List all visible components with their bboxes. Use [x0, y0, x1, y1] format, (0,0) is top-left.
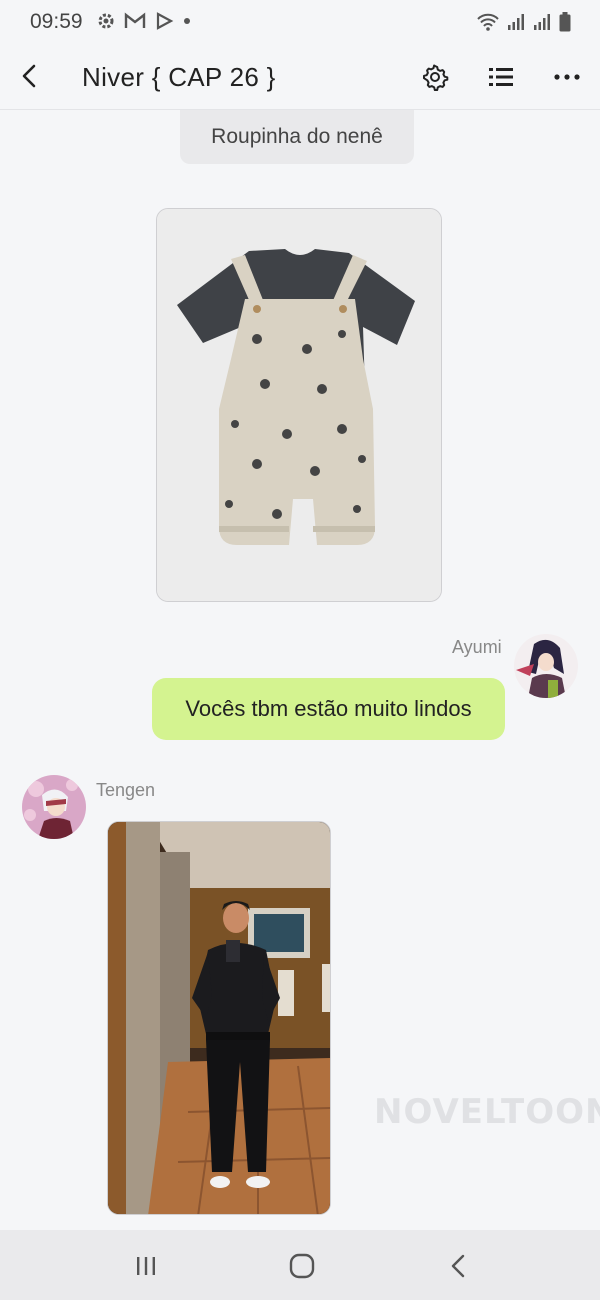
- avatar-image: [514, 634, 578, 698]
- message-bubble-outgoing[interactable]: Vocês tbm estão muito lindos: [152, 678, 505, 740]
- system-back-button[interactable]: [436, 1244, 480, 1288]
- chat-header: Niver { CAP 26 }: [0, 44, 600, 110]
- signal-icon: [534, 14, 550, 30]
- sender-name-ayumi: Ayumi: [452, 637, 502, 657]
- avatar-image: [22, 775, 86, 839]
- recent-apps-button[interactable]: [124, 1244, 168, 1288]
- status-time: 09:59: [30, 10, 83, 33]
- avatar-tengen[interactable]: [22, 775, 86, 839]
- status-bar: 09:59: [0, 0, 600, 44]
- battery-icon: [559, 12, 571, 32]
- baby-clothes-image: [157, 209, 441, 601]
- signal-icon: [508, 14, 524, 30]
- more-icon: [554, 74, 580, 80]
- recent-apps-icon: [137, 1257, 155, 1275]
- dot-icon: [184, 18, 190, 24]
- sender-name-tengen: Tengen: [96, 780, 156, 800]
- chat-title: Niver { CAP 26 }: [82, 62, 276, 92]
- watermark-text: NOVELTOON: [374, 1092, 600, 1132]
- system-navigation-bar: [0, 1230, 600, 1300]
- caption-bubble: Roupinha do nenê: [180, 110, 414, 164]
- wifi-icon: [477, 13, 499, 31]
- gmail-icon: [124, 12, 146, 28]
- status-system-icons: [476, 11, 572, 33]
- more-button[interactable]: [546, 56, 588, 98]
- settings-button[interactable]: [414, 56, 456, 98]
- avatar-ayumi[interactable]: [514, 634, 578, 698]
- selfie-image: [108, 822, 330, 1214]
- back-button[interactable]: [10, 56, 50, 96]
- status-notification-icons: [96, 11, 192, 31]
- gear-icon: [98, 13, 114, 29]
- message-image-selfie[interactable]: [107, 821, 331, 1215]
- settings-icon: [423, 64, 449, 91]
- message-text: Vocês tbm estão muito lindos: [185, 696, 472, 721]
- chat-messages[interactable]: Roupinha do nenê Ayumi Vocês tbm estão m…: [0, 110, 600, 1230]
- list-button[interactable]: [480, 56, 522, 98]
- list-icon: [489, 68, 513, 86]
- play-icon: [156, 12, 174, 30]
- caption-text: Roupinha do nenê: [211, 125, 383, 148]
- home-icon: [289, 1253, 315, 1279]
- back-arrow-icon: [451, 1254, 465, 1278]
- chevron-left-icon: [22, 64, 36, 88]
- message-image-baby-clothes[interactable]: [156, 208, 442, 602]
- home-button[interactable]: [280, 1244, 324, 1288]
